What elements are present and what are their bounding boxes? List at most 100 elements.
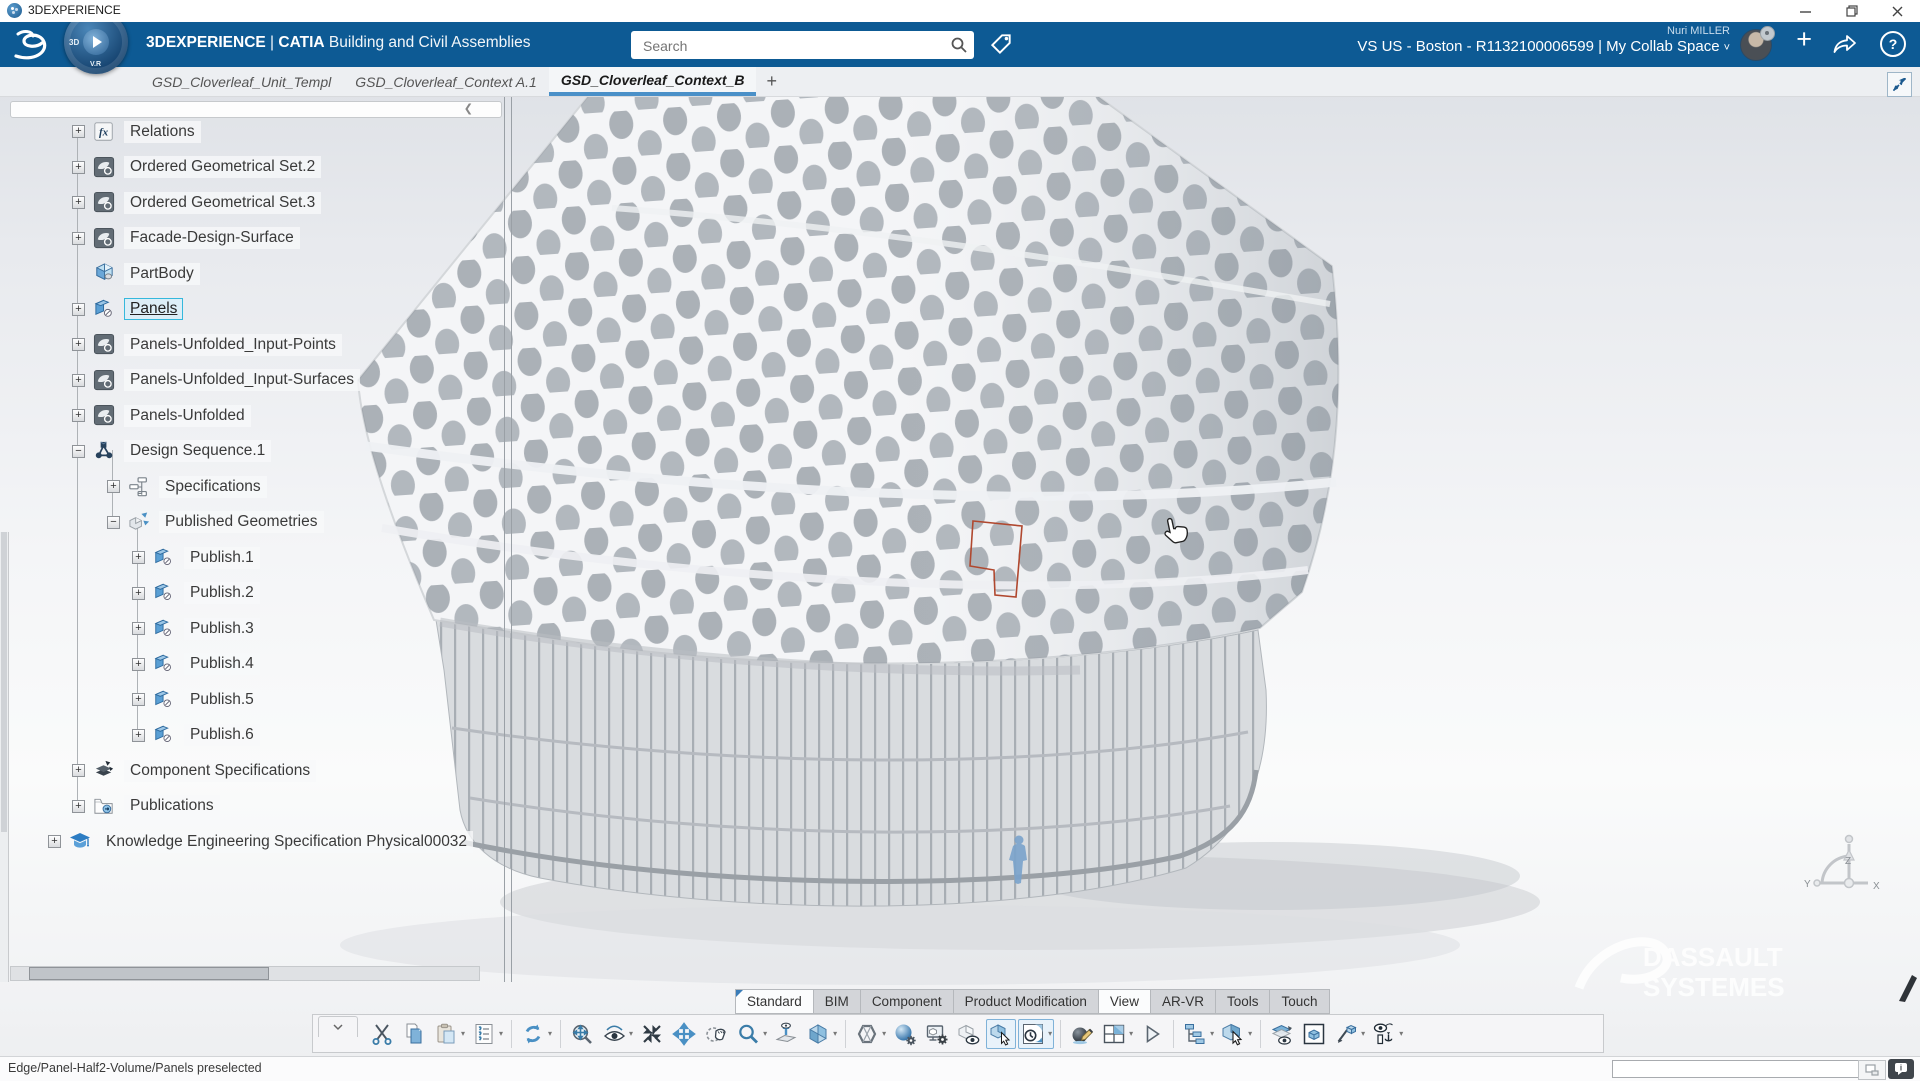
ribbon-tab-tools[interactable]: Tools	[1215, 989, 1270, 1014]
update-button[interactable]: ▾	[518, 1019, 554, 1049]
look-at-button[interactable]: ▾	[599, 1019, 635, 1049]
expand-expander[interactable]: +	[72, 764, 85, 777]
tree-item-label[interactable]: Published Geometries	[159, 511, 324, 533]
tree-item-16[interactable]: + Publish.5	[0, 682, 512, 718]
doc-tab-1[interactable]: GSD_Cloverleaf_Context A.1	[343, 67, 549, 96]
ribbon-tab-product-modification[interactable]: Product Modification	[953, 989, 1098, 1014]
anchor-view-button[interactable]: ▾	[1369, 1019, 1405, 1049]
dropdown-arrow-icon[interactable]: ▾	[548, 1029, 552, 1038]
avatar[interactable]	[1740, 29, 1772, 61]
hide-show-button[interactable]	[954, 1019, 984, 1049]
tree-item-label[interactable]: Publish.1	[184, 547, 260, 569]
tree-item-label[interactable]: Publish.2	[184, 582, 260, 604]
tree-item-4[interactable]: PartBody	[0, 256, 512, 292]
share-icon[interactable]	[1832, 32, 1858, 56]
expand-expander[interactable]: +	[72, 800, 85, 813]
zoom-button[interactable]: ▾	[733, 1019, 769, 1049]
ribbon-tab-component[interactable]: Component	[860, 989, 953, 1014]
scrollbar-thumb[interactable]	[29, 967, 269, 980]
tree-item-3[interactable]: + Facade-Design-Surface	[0, 221, 512, 257]
dropdown-arrow-icon[interactable]: ▾	[1248, 1029, 1252, 1038]
specification-list-button[interactable]: ▾	[469, 1019, 505, 1049]
tree-item-label[interactable]: Panels-Unfolded_Input-Points	[124, 334, 342, 356]
select-mode-button[interactable]: ▾	[1218, 1019, 1254, 1049]
move-robot-button[interactable]: ▾	[1331, 1019, 1367, 1049]
expand-expander[interactable]: +	[132, 622, 145, 635]
specification-tree[interactable]: ❮ +fxRelations+Ordered Geometrical Set.2…	[0, 97, 512, 982]
tree-item-9[interactable]: − Design Sequence.1	[0, 434, 512, 470]
add-content-button[interactable]: +	[1796, 24, 1812, 55]
expand-expander[interactable]: +	[72, 196, 85, 209]
dropdown-arrow-icon[interactable]: ▾	[1048, 1029, 1052, 1038]
tree-item-10[interactable]: +Specifications	[0, 469, 512, 505]
tree-item-label[interactable]: Specifications	[159, 476, 267, 498]
close-button[interactable]	[1875, 0, 1920, 22]
tree-splitter[interactable]	[504, 97, 512, 982]
tree-item-15[interactable]: +Publish.4	[0, 647, 512, 683]
tree-item-label[interactable]: Publish.5	[184, 689, 260, 711]
expand-expander[interactable]: +	[72, 125, 85, 138]
dropdown-arrow-icon[interactable]: ▾	[833, 1029, 837, 1038]
expand-expander[interactable]: +	[72, 374, 85, 387]
view-mode-button[interactable]: ▾	[852, 1019, 888, 1049]
help-button[interactable]: ?	[1880, 31, 1906, 57]
tree-item-6[interactable]: + Panels-Unfolded_Input-Points	[0, 327, 512, 363]
expand-expander[interactable]: +	[132, 693, 145, 706]
pan-button[interactable]	[669, 1019, 699, 1049]
tree-item-17[interactable]: + Publish.6	[0, 718, 512, 754]
tree-item-12[interactable]: + Publish.1	[0, 540, 512, 576]
collab-space-selector[interactable]: Nuri MILLER VS US - Boston - R1132100006…	[1357, 25, 1730, 55]
tree-item-19[interactable]: +Publications	[0, 789, 512, 825]
render-style-button[interactable]	[890, 1019, 920, 1049]
tree-item-label[interactable]: Design Sequence.1	[124, 440, 271, 462]
tree-item-label[interactable]: Publish.6	[184, 724, 260, 746]
new-tab-button[interactable]: +	[756, 67, 787, 96]
dropdown-arrow-icon[interactable]: ▾	[629, 1029, 633, 1038]
tree-item-5[interactable]: +Panels	[0, 292, 512, 328]
tree-scrollbar-bottom[interactable]	[10, 966, 480, 981]
dropdown-arrow-icon[interactable]: ▾	[1129, 1029, 1133, 1038]
history-support-button[interactable]: ▾	[1018, 1019, 1054, 1049]
ambience-button[interactable]	[1067, 1019, 1097, 1049]
doc-tab-2[interactable]: GSD_Cloverleaf_Context_B	[549, 67, 757, 96]
layer-visibility-button[interactable]	[1267, 1019, 1297, 1049]
expand-expander[interactable]: +	[72, 232, 85, 245]
select-visible-button[interactable]	[986, 1019, 1016, 1049]
search-input[interactable]	[641, 35, 935, 57]
tree-item-14[interactable]: +Publish.3	[0, 611, 512, 647]
dropdown-arrow-icon[interactable]: ▾	[499, 1029, 503, 1038]
collapse-expander[interactable]: −	[72, 445, 85, 458]
next-view-button[interactable]	[1137, 1019, 1167, 1049]
expand-expander[interactable]: +	[48, 835, 61, 848]
expand-expander[interactable]: +	[132, 729, 145, 742]
expand-expander[interactable]: +	[132, 551, 145, 564]
doc-tab-0[interactable]: GSD_Cloverleaf_Unit_Templ	[140, 67, 343, 96]
expand-expander[interactable]: +	[72, 303, 85, 316]
tree-item-label[interactable]: PartBody	[124, 263, 200, 285]
left-vertical-scrollbar[interactable]	[0, 532, 9, 982]
dropdown-arrow-icon[interactable]: ▾	[763, 1029, 767, 1038]
dropdown-arrow-icon[interactable]: ▾	[1361, 1029, 1365, 1038]
fit-all-in-button[interactable]	[567, 1019, 597, 1049]
search-icon[interactable]	[950, 36, 968, 54]
expand-expander[interactable]: +	[72, 338, 85, 351]
ribbon-tab-view[interactable]: View	[1098, 989, 1150, 1014]
dropdown-arrow-icon[interactable]: ▾	[1399, 1029, 1403, 1038]
expand-expander[interactable]: +	[72, 409, 85, 422]
tree-item-0[interactable]: +fxRelations	[0, 114, 512, 150]
ribbon-tab-bim[interactable]: BIM	[813, 989, 860, 1014]
tree-item-label[interactable]: Relations	[124, 121, 201, 143]
tree-item-1[interactable]: +Ordered Geometrical Set.2	[0, 150, 512, 186]
rotate-button[interactable]	[701, 1019, 731, 1049]
info-bubble-icon[interactable]: i	[1888, 1059, 1914, 1079]
tree-item-2[interactable]: +Ordered Geometrical Set.3	[0, 185, 512, 221]
split-view-button[interactable]: ▾	[1099, 1019, 1135, 1049]
expand-expander[interactable]: +	[132, 658, 145, 671]
expand-expander[interactable]: +	[72, 161, 85, 174]
tree-item-label[interactable]: Facade-Design-Surface	[124, 227, 300, 249]
tree-item-label[interactable]: Knowledge Engineering Specification Phys…	[100, 831, 473, 853]
ribbon-tab-standard[interactable]: Standard	[735, 989, 813, 1014]
tree-item-label[interactable]: Component Specifications	[124, 760, 316, 782]
iso-view-button[interactable]: ▾	[803, 1019, 839, 1049]
scrollbar-thumb[interactable]	[1, 532, 7, 832]
